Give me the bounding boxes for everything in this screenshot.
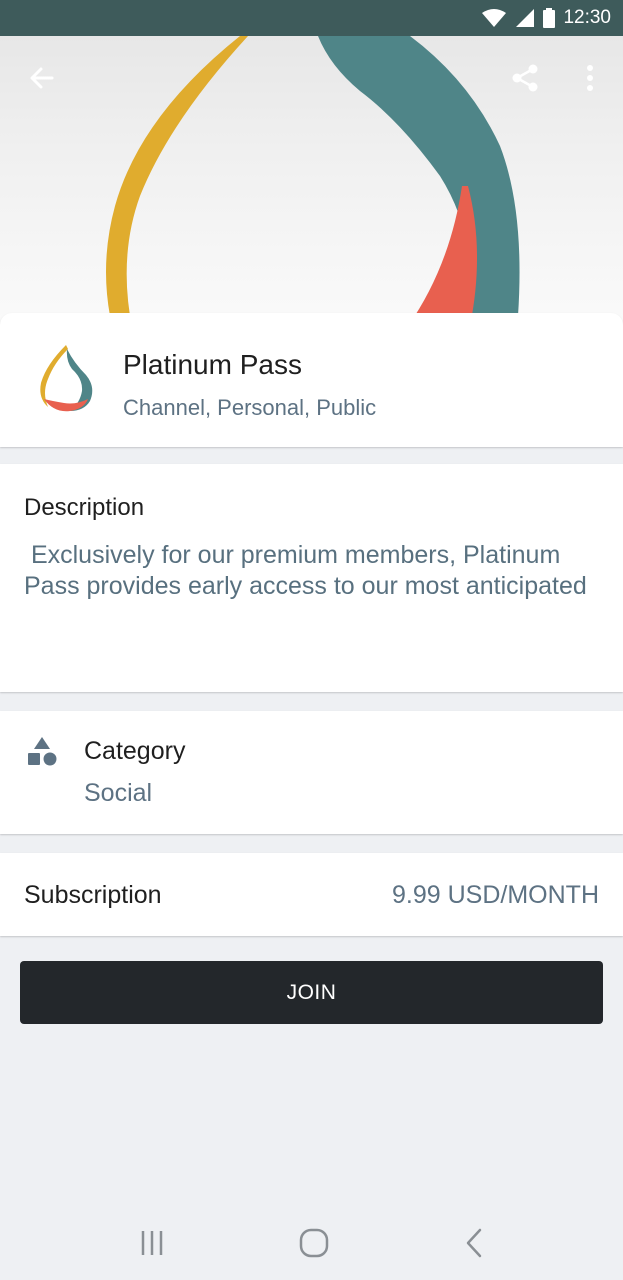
- category-card: Category Social: [0, 711, 623, 834]
- more-vert-icon: [586, 64, 594, 97]
- channel-banner: [0, 36, 623, 326]
- category-value: Social: [84, 779, 153, 807]
- share-icon: [510, 63, 540, 98]
- description-heading: Description: [24, 494, 145, 521]
- channel-profile-card: Platinum Pass Channel, Personal, Public: [0, 313, 623, 447]
- more-options-button[interactable]: [566, 56, 614, 104]
- subscription-label: Subscription: [24, 881, 162, 909]
- subscription-card: Subscription 9.99 USD/MONTH: [0, 853, 623, 936]
- recent-apps-button[interactable]: [132, 1228, 172, 1262]
- category-shapes-icon: [26, 735, 58, 772]
- status-time: 12:30: [563, 7, 611, 28]
- subscription-price: 9.99 USD/MONTH: [392, 881, 599, 909]
- back-icon: [464, 1228, 484, 1263]
- channel-type: Channel, Personal, Public: [123, 395, 377, 420]
- wifi-icon: [481, 8, 507, 28]
- arrow-left-icon: [28, 64, 56, 97]
- home-icon: [299, 1228, 329, 1263]
- cellular-signal-icon: [515, 8, 535, 28]
- channel-logo-icon: [36, 343, 96, 415]
- nav-back-button[interactable]: [454, 1228, 494, 1262]
- channel-title: Platinum Pass: [123, 349, 302, 380]
- share-button[interactable]: [501, 56, 549, 104]
- description-text: Exclusively for our premium members, Pla…: [24, 541, 587, 600]
- join-button[interactable]: JOIN: [20, 961, 603, 1024]
- system-nav-bar: [0, 1210, 623, 1280]
- back-button[interactable]: [18, 56, 66, 104]
- status-bar: 12:30: [0, 0, 623, 36]
- home-button[interactable]: [294, 1228, 334, 1262]
- description-card: Description Exclusively for our premium …: [0, 464, 623, 692]
- recent-apps-icon: [139, 1230, 165, 1261]
- category-heading: Category: [84, 737, 186, 765]
- battery-icon: [543, 8, 556, 28]
